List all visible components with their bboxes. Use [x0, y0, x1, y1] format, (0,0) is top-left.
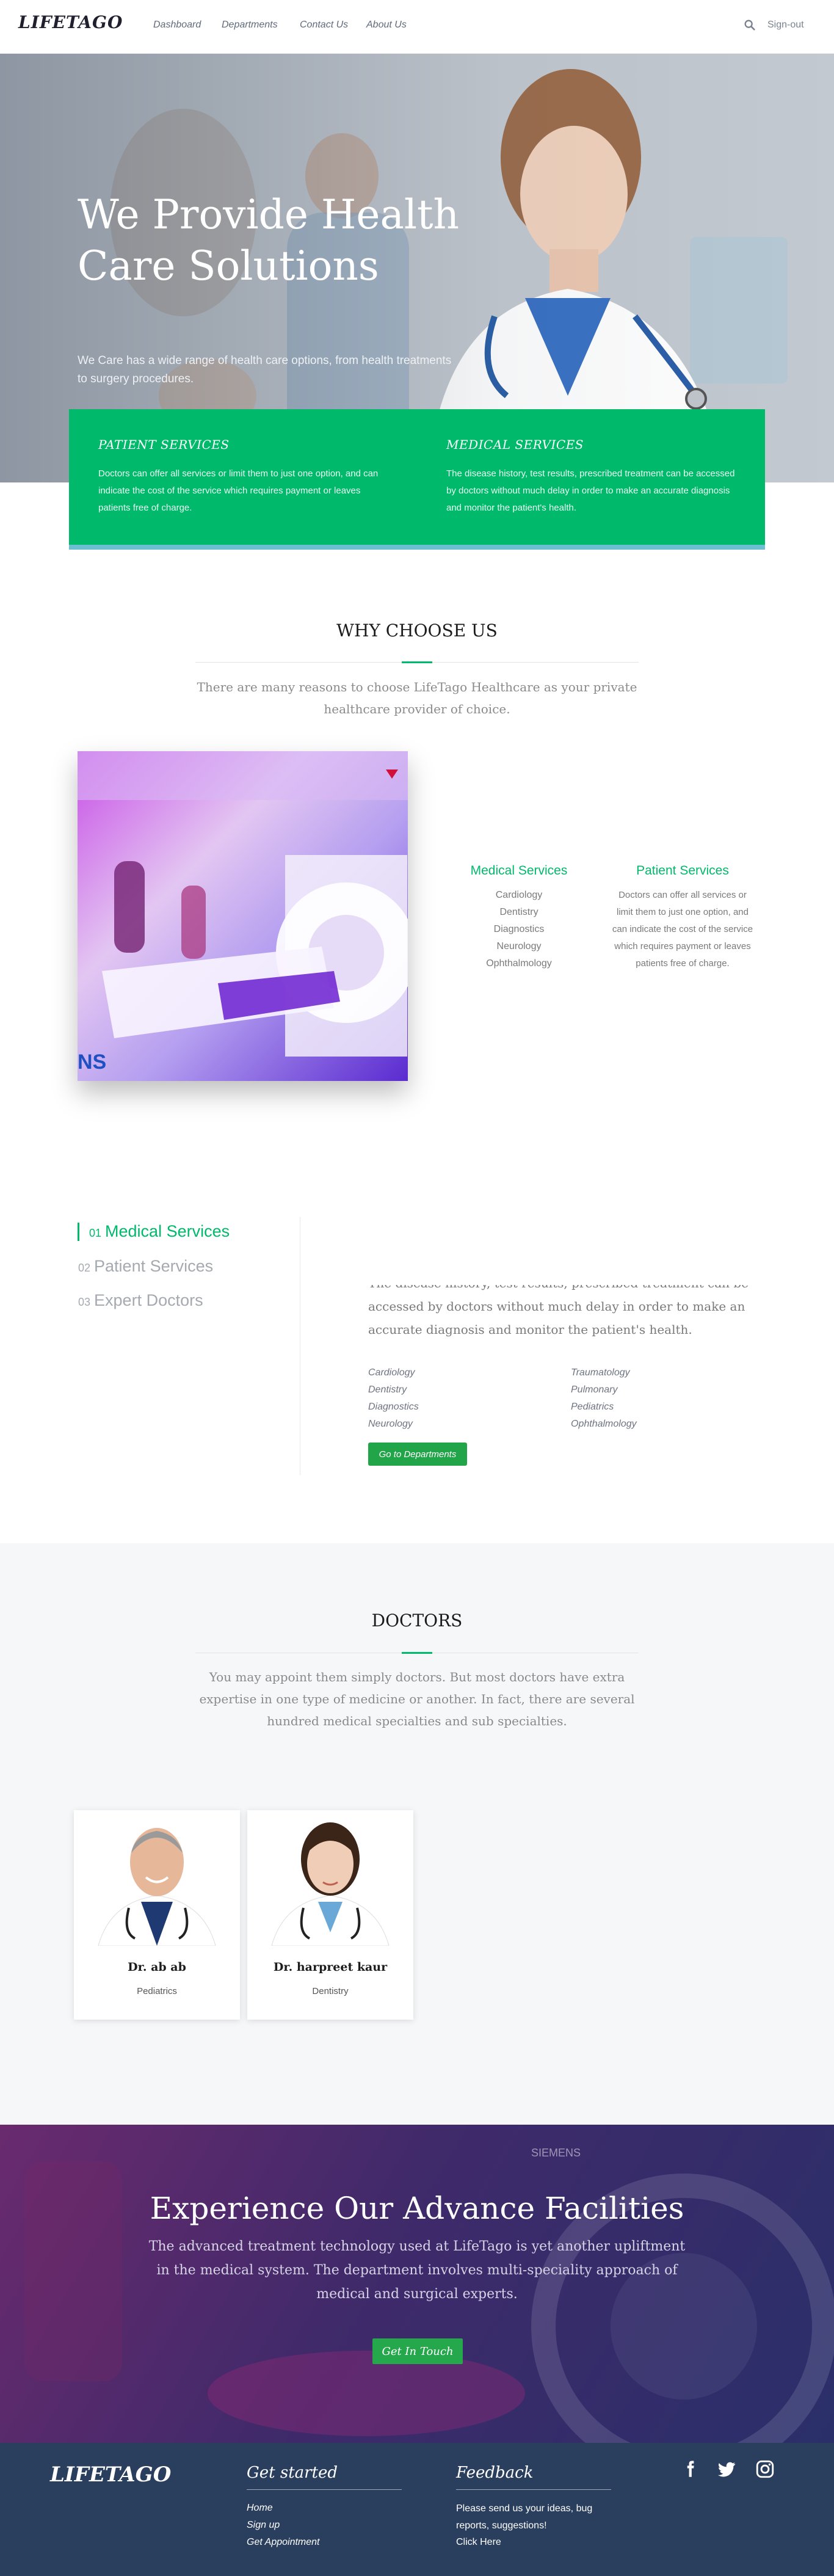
tab-number: 02 — [78, 1262, 91, 1274]
tab-label: Expert Doctors — [94, 1291, 203, 1309]
dept-item: Diagnostics — [368, 1402, 419, 1412]
facebook-icon[interactable] — [680, 2459, 700, 2480]
doctor-card[interactable]: Dr. harpreet kaur Dentistry — [247, 1810, 413, 2020]
top-navbar: LIFETAGO Dashboard Departments Contact U… — [0, 0, 834, 54]
svg-text:SIEMENS: SIEMENS — [531, 2147, 581, 2159]
why-patient-text: Doctors can offer all services or limit … — [612, 890, 753, 969]
doctors-lead: You may appoint them simply doctors. But… — [199, 1670, 635, 1728]
tab-panel-text: The disease history, test results, presc… — [368, 1285, 759, 1357]
list-item: Neurology — [496, 941, 542, 951]
patient-services-text: Doctors can offer all services or limit … — [98, 468, 379, 513]
instagram-icon[interactable] — [755, 2459, 775, 2480]
medical-services-text: The disease history, test results, presc… — [446, 468, 735, 513]
mri-scanner-image: NS — [78, 751, 408, 1081]
dept-list-left: Cardiology Dentistry Diagnostics Neurolo… — [368, 1364, 419, 1433]
footer-feedback-text: Please send us your ideas, bug reports, … — [456, 2503, 593, 2531]
dept-item: Cardiology — [368, 1367, 415, 1378]
why-medical-title: Medical Services — [470, 864, 568, 878]
why-medical-list: Cardiology Dentistry Diagnostics Neurolo… — [440, 887, 598, 972]
nav-link-dashboard[interactable]: Dashboard — [153, 20, 201, 31]
doctor-card[interactable]: Dr. ab ab Pediatrics — [74, 1810, 240, 2020]
doctor-photo — [74, 1810, 240, 1946]
tab-medical-services[interactable]: 01 Medical Services — [89, 1222, 230, 1241]
dept-item: Pediatrics — [571, 1402, 614, 1412]
nav-link-departments[interactable]: Departments — [222, 20, 278, 31]
signout-link[interactable]: Sign-out — [767, 20, 804, 31]
dept-item: Pulmonary — [571, 1384, 618, 1395]
why-lead: There are many reasons to choose LifeTag… — [197, 680, 637, 716]
divider — [456, 2489, 611, 2490]
footer-link-home[interactable]: Home — [247, 2503, 273, 2514]
medical-services-title: MEDICAL SERVICES — [446, 437, 584, 452]
facilities-banner: SIEMENS Experience Our Advance Facilitie… — [0, 2125, 834, 2443]
tab-label: Patient Services — [94, 1257, 214, 1275]
footer: LIFETAGO Get started Home Sign up Get Ap… — [0, 2443, 834, 2576]
doctor-specialty: Pediatrics — [137, 1986, 177, 1996]
footer-logo[interactable]: LIFETAGO — [50, 2462, 171, 2487]
list-item: Ophthalmology — [486, 958, 552, 969]
nav-link-about-us[interactable]: About Us — [366, 20, 407, 31]
list-item: Dentistry — [499, 907, 538, 917]
dept-item: Ophthalmology — [571, 1419, 637, 1429]
footer-get-started-title: Get started — [247, 2464, 338, 2482]
mri-illustration: NS — [78, 751, 408, 1074]
doctor-photo — [247, 1810, 413, 1946]
tab-number: 03 — [78, 1296, 91, 1308]
doctor-name: Dr. harpreet kaur — [273, 1960, 388, 1974]
footer-feedback-link[interactable]: Click Here — [456, 2537, 501, 2548]
active-tab-indicator — [78, 1223, 79, 1241]
twitter-icon[interactable] — [716, 2459, 737, 2480]
site-logo[interactable]: LIFETAGO — [18, 12, 123, 32]
dept-item: Dentistry — [368, 1384, 407, 1395]
tab-expert-doctors[interactable]: 03 Expert Doctors — [78, 1291, 203, 1310]
dept-item: Traumatology — [571, 1367, 630, 1378]
dept-list-right: Traumatology Pulmonary Pediatrics Ophtha… — [571, 1364, 637, 1433]
facilities-title: Experience Our Advance Facilities — [150, 2191, 684, 2226]
title-accent — [402, 661, 432, 663]
doctor-specialty: Dentistry — [312, 1986, 349, 1996]
tab-label: Medical Services — [105, 1222, 230, 1240]
hero-subtitle: We Care has a wide range of health care … — [78, 354, 452, 385]
why-title: WHY CHOOSE US — [336, 620, 498, 641]
footer-link-sign-up[interactable]: Sign up — [247, 2520, 280, 2531]
go-to-departments-button[interactable]: Go to Departments — [368, 1443, 467, 1466]
title-accent — [402, 1652, 432, 1654]
dept-item: Neurology — [368, 1419, 413, 1429]
doctor-name: Dr. ab ab — [128, 1960, 186, 1974]
tab-patient-services[interactable]: 02 Patient Services — [78, 1257, 213, 1276]
list-item: Diagnostics — [493, 924, 545, 934]
facilities-text: The advanced treatment technology used a… — [148, 2239, 686, 2302]
footer-feedback-title: Feedback — [456, 2464, 534, 2482]
divider — [247, 2489, 402, 2490]
list-item: Cardiology — [495, 890, 543, 900]
footer-link-get-appointment[interactable]: Get Appointment — [247, 2537, 319, 2548]
tab-panel-paragraph: The disease history, test results, presc… — [368, 1285, 749, 1337]
svg-text:NS: NS — [78, 1050, 106, 1074]
why-patient-title: Patient Services — [636, 864, 729, 878]
tab-number: 01 — [89, 1227, 102, 1239]
services-band: PATIENT SERVICES Doctors can offer all s… — [69, 409, 765, 550]
get-in-touch-button[interactable]: Get In Touch — [372, 2338, 463, 2364]
search-icon[interactable] — [743, 18, 756, 32]
nav-link-contact-us[interactable]: Contact Us — [300, 20, 348, 31]
doctors-title: DOCTORS — [371, 1610, 463, 1631]
hero-title: We Provide Health Care Solutions — [78, 191, 459, 289]
patient-services-title: PATIENT SERVICES — [98, 437, 230, 452]
